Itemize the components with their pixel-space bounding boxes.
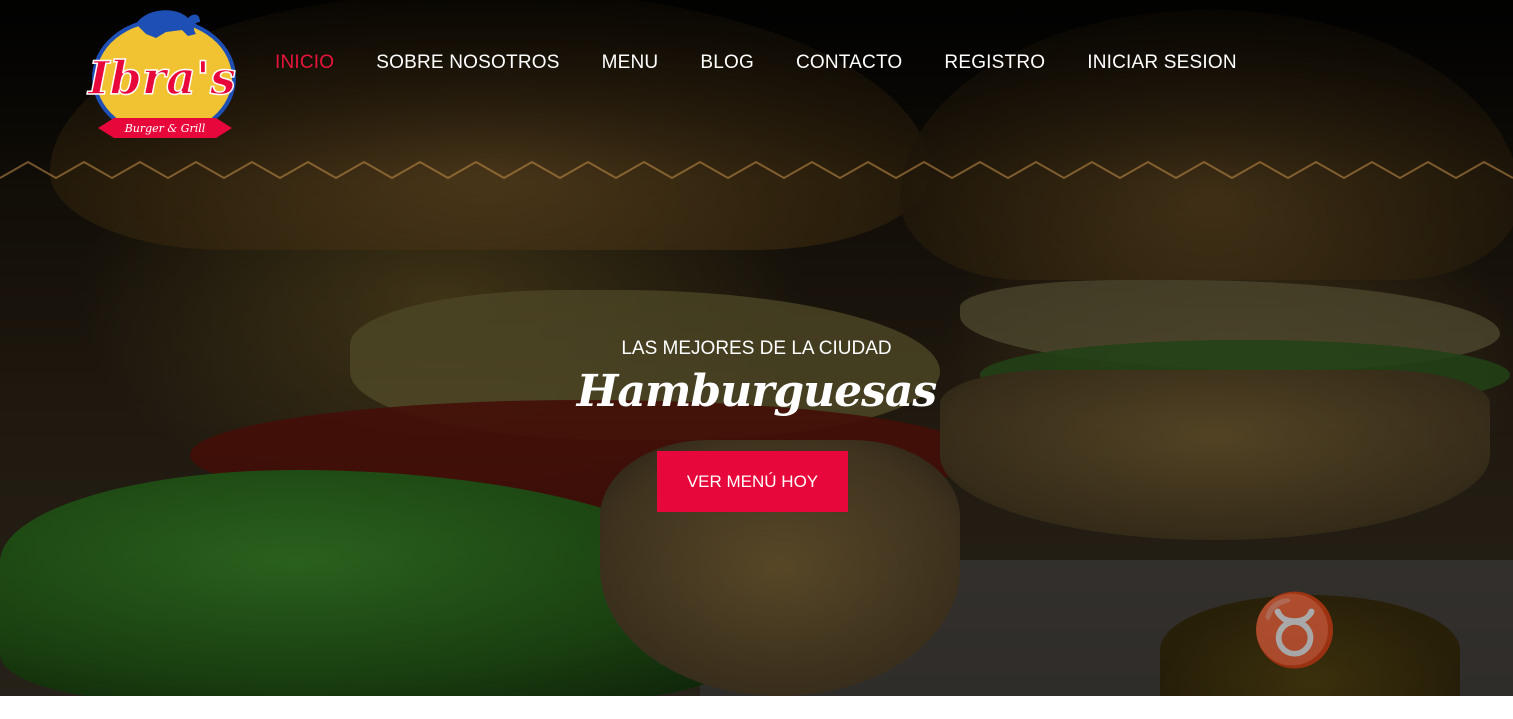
logo-wordmark: Ibra's bbox=[86, 51, 236, 105]
zigzag-divider bbox=[0, 160, 1513, 180]
nav-item-contacto[interactable]: CONTACTO bbox=[796, 52, 902, 74]
view-menu-button[interactable]: VER MENÚ HOY bbox=[657, 451, 848, 512]
logo-graphic: Ibra's Burger & Grill bbox=[85, 10, 237, 138]
nav-item-registro[interactable]: REGISTRO bbox=[944, 52, 1045, 74]
nav-item-menu[interactable]: MENU bbox=[602, 52, 659, 74]
nav-item-iniciar-sesion[interactable]: INICIAR SESION bbox=[1087, 52, 1237, 74]
nav-item-inicio[interactable]: INICIO bbox=[275, 52, 334, 74]
nav-item-sobre-nosotros[interactable]: SOBRE NOSOTROS bbox=[376, 52, 559, 74]
nav-item-blog[interactable]: BLOG bbox=[700, 52, 754, 74]
brand-logo[interactable]: Ibra's Burger & Grill bbox=[76, 6, 248, 142]
main-navigation: INICIO SOBRE NOSOTROS MENU BLOG CONTACTO… bbox=[275, 48, 1237, 78]
hero-subtitle: LAS MEJORES DE LA CIUDAD bbox=[621, 338, 892, 359]
hero-title: Hamburguesas bbox=[576, 366, 937, 417]
logo-tagline: Burger & Grill bbox=[124, 122, 206, 135]
